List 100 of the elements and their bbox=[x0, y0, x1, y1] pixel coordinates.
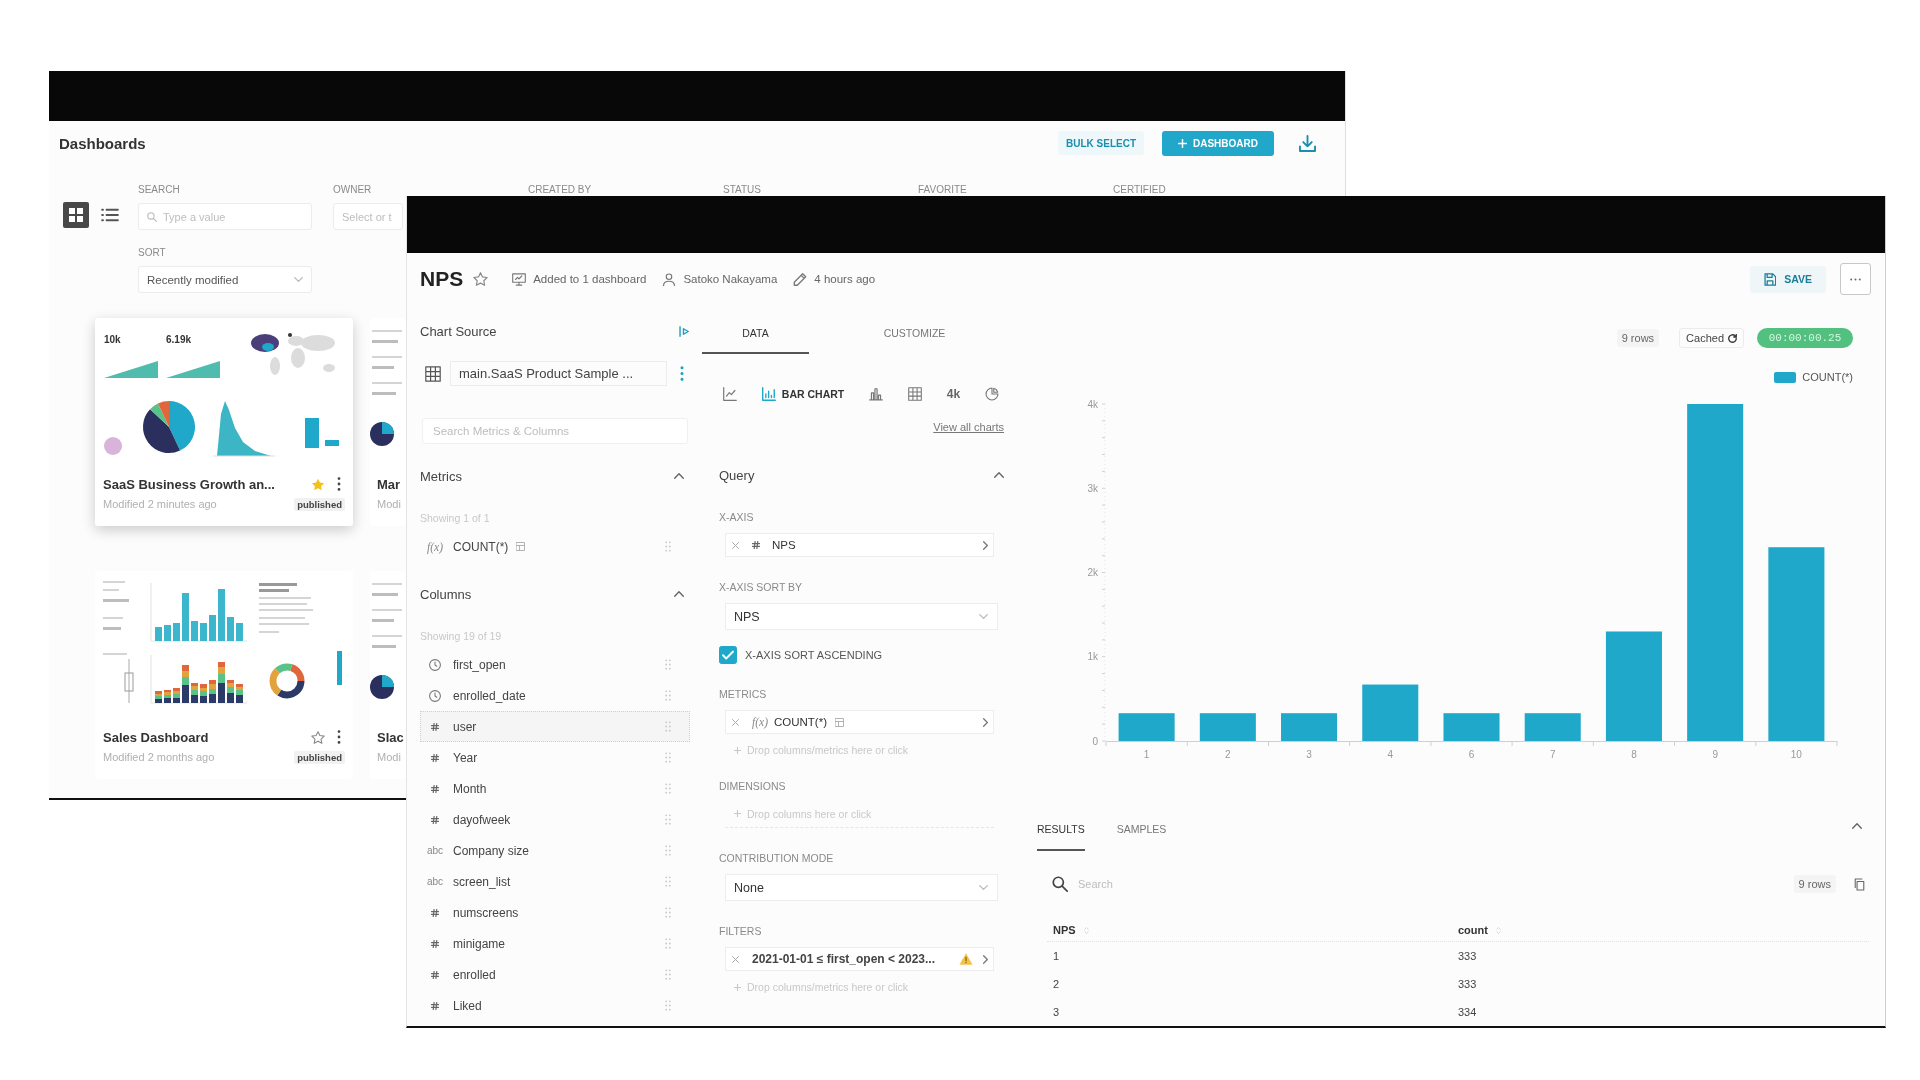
dataset-name[interactable]: main.SaaS Product Sample ... bbox=[450, 361, 667, 386]
caret-up-icon[interactable] bbox=[674, 473, 684, 479]
close-icon[interactable] bbox=[732, 541, 739, 549]
drag-handle-icon[interactable] bbox=[665, 659, 671, 670]
drag-handle-icon[interactable] bbox=[665, 814, 671, 825]
chevron-down-icon bbox=[979, 885, 988, 890]
column-item[interactable]: user bbox=[420, 711, 690, 742]
close-icon[interactable] bbox=[732, 955, 739, 963]
tab[interactable]: CUSTOMIZE bbox=[861, 312, 968, 354]
filter-chip[interactable]: 2021-01-01 ≤ first_open < 2023... bbox=[725, 947, 994, 971]
drag-handle-icon[interactable] bbox=[665, 690, 671, 701]
bar[interactable] bbox=[1118, 713, 1175, 741]
column-item[interactable]: enrolled_date bbox=[420, 680, 690, 711]
pie-chart-icon[interactable] bbox=[985, 387, 999, 401]
drag-handle-icon[interactable] bbox=[665, 721, 671, 732]
drag-handle-icon[interactable] bbox=[665, 752, 671, 763]
legend-swatch-icon[interactable] bbox=[1774, 371, 1797, 383]
star-icon[interactable] bbox=[311, 730, 325, 744]
sort-icon[interactable] bbox=[1083, 925, 1089, 935]
big-number-option[interactable]: 4k bbox=[946, 387, 961, 401]
column-item[interactable]: abc Company size bbox=[420, 835, 690, 866]
column-name: user bbox=[453, 719, 477, 734]
table-icon[interactable] bbox=[907, 387, 922, 401]
metric-chip[interactable]: f(x) COUNT(*) bbox=[725, 710, 994, 734]
star-icon[interactable] bbox=[473, 272, 489, 286]
section-title[interactable]: Query bbox=[719, 467, 755, 483]
refresh-icon[interactable] bbox=[1728, 333, 1737, 343]
caret-up-icon[interactable] bbox=[674, 591, 684, 597]
more-button[interactable] bbox=[1840, 263, 1871, 295]
column-item[interactable]: f(x) COUNT(*) bbox=[420, 531, 690, 562]
collapse-panel-icon[interactable] bbox=[679, 325, 690, 337]
drag-handle-icon[interactable] bbox=[665, 783, 671, 794]
line-chart-icon[interactable] bbox=[723, 387, 737, 401]
column-header[interactable]: count bbox=[1458, 924, 1488, 936]
kebab-menu-icon[interactable] bbox=[337, 730, 341, 744]
sort-select[interactable]: Recently modified bbox=[138, 266, 312, 293]
sort-icon[interactable] bbox=[1495, 925, 1501, 935]
select-field[interactable]: None bbox=[725, 874, 998, 901]
drag-handle-icon[interactable] bbox=[665, 845, 671, 856]
close-icon[interactable] bbox=[732, 718, 739, 726]
search-field[interactable]: Search bbox=[1078, 878, 1452, 890]
legend-label[interactable]: COUNT(*) bbox=[1802, 371, 1853, 383]
star-icon[interactable] bbox=[311, 477, 325, 491]
column-item[interactable]: first_open bbox=[420, 649, 690, 680]
chart-type-option[interactable]: BAR CHART bbox=[761, 387, 845, 401]
bar[interactable] bbox=[1524, 713, 1581, 741]
card-title[interactable]: SaaS Business Growth an... bbox=[103, 476, 275, 492]
card-title[interactable]: Mar bbox=[377, 476, 401, 492]
drag-handle-icon[interactable] bbox=[665, 1000, 671, 1011]
search-field[interactable]: Type a value bbox=[138, 203, 312, 230]
card-title[interactable]: Sales Dashboard bbox=[103, 729, 209, 745]
save-button[interactable]: SAVE bbox=[1750, 265, 1826, 293]
drag-handle-icon[interactable] bbox=[665, 907, 671, 918]
bar[interactable] bbox=[1199, 713, 1256, 741]
copy-icon[interactable] bbox=[1854, 877, 1865, 891]
row-count: 9 rows bbox=[1616, 329, 1660, 347]
grid-view-icon[interactable] bbox=[63, 202, 89, 228]
kebab-menu-icon[interactable] bbox=[337, 477, 341, 491]
section-title[interactable]: Metrics bbox=[420, 468, 462, 484]
column-chip[interactable]: NPS bbox=[725, 533, 994, 557]
column-item[interactable]: numscreens bbox=[420, 897, 690, 928]
bar[interactable] bbox=[1281, 713, 1338, 741]
column-item[interactable]: minigame bbox=[420, 928, 690, 959]
results-tab[interactable]: RESULTS bbox=[1037, 815, 1085, 851]
meta-text[interactable]: Added to 1 dashboard bbox=[533, 273, 647, 285]
caret-up-icon[interactable] bbox=[1852, 823, 1862, 829]
drag-handle-icon[interactable] bbox=[665, 969, 671, 980]
drag-handle-icon[interactable] bbox=[665, 938, 671, 949]
bulk-select-button[interactable]: BULK SELECT bbox=[1058, 131, 1144, 155]
plus-icon bbox=[734, 983, 741, 991]
caret-up-icon[interactable] bbox=[994, 472, 1004, 478]
card-title[interactable]: Slac bbox=[377, 729, 404, 745]
checkbox-label[interactable]: X-AXIS SORT ASCENDING bbox=[745, 649, 883, 661]
column-item[interactable]: dayofweek bbox=[420, 804, 690, 835]
list-view-icon[interactable] bbox=[101, 208, 119, 222]
bar[interactable] bbox=[1605, 631, 1662, 741]
column-item[interactable]: enrolled bbox=[420, 959, 690, 990]
column-item[interactable]: Month bbox=[420, 773, 690, 804]
section-title[interactable]: Columns bbox=[420, 586, 472, 602]
select-field[interactable]: Select or t bbox=[333, 203, 403, 230]
bar[interactable] bbox=[1768, 547, 1825, 741]
column-chart-icon[interactable] bbox=[869, 387, 884, 401]
bar[interactable] bbox=[1687, 404, 1744, 741]
bar[interactable] bbox=[1443, 713, 1500, 741]
column-item[interactable]: Liked bbox=[420, 990, 690, 1021]
search-field[interactable]: Search Metrics & Columns bbox=[422, 418, 688, 444]
column-header[interactable]: NPS bbox=[1053, 924, 1076, 936]
select-field[interactable]: NPS bbox=[725, 603, 998, 630]
column-item[interactable]: abc screen_list bbox=[420, 866, 690, 897]
download-icon[interactable] bbox=[1299, 134, 1316, 152]
results-tab[interactable]: SAMPLES bbox=[1116, 815, 1167, 851]
field-label: X-AXIS bbox=[719, 511, 755, 523]
bar[interactable] bbox=[1362, 684, 1419, 741]
column-item[interactable]: Year bbox=[420, 742, 690, 773]
view-all-charts-link[interactable]: View all charts bbox=[933, 420, 1004, 434]
axis-tick-label: 1k bbox=[1087, 651, 1098, 663]
checkbox[interactable] bbox=[719, 646, 737, 664]
drag-handle-icon[interactable] bbox=[665, 541, 671, 552]
tab[interactable]: DATA bbox=[702, 312, 809, 354]
drag-handle-icon[interactable] bbox=[665, 876, 671, 887]
